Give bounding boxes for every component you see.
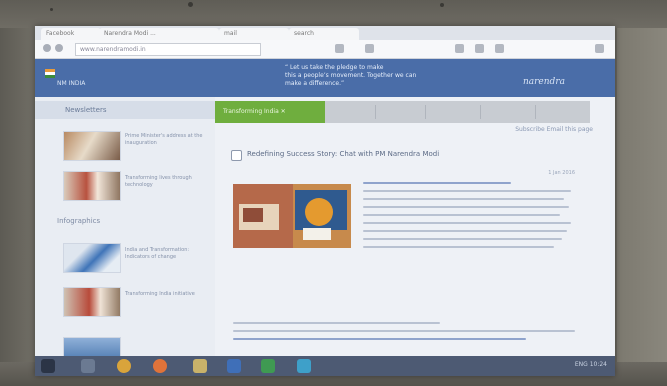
chrome-icon[interactable] bbox=[117, 359, 131, 373]
folder-icon[interactable] bbox=[193, 359, 207, 373]
back-icon[interactable] bbox=[43, 44, 51, 52]
browser-tab[interactable]: search bbox=[289, 28, 359, 40]
flag-icon bbox=[45, 69, 55, 78]
sidebar-thumbnail[interactable] bbox=[63, 287, 121, 317]
wall-mark bbox=[50, 8, 53, 11]
browser-tab[interactable]: mail bbox=[219, 28, 289, 40]
tab-divider bbox=[425, 105, 426, 119]
tab-divider bbox=[535, 105, 536, 119]
tab-divider bbox=[375, 105, 376, 119]
wall-right bbox=[617, 0, 667, 386]
sidebar-section-title: Infographics bbox=[57, 217, 101, 225]
firefox-icon[interactable] bbox=[153, 359, 167, 373]
url-field[interactable]: www.narendramodi.in bbox=[75, 43, 261, 56]
content-tabs: Transforming India ✕ bbox=[215, 101, 590, 123]
toolbar-icon[interactable] bbox=[455, 44, 464, 53]
word-icon[interactable] bbox=[227, 359, 241, 373]
toolbar-icon[interactable] bbox=[475, 44, 484, 53]
header-banner: “ Let us take the pledge to make this a … bbox=[285, 64, 575, 92]
forward-icon[interactable] bbox=[55, 44, 63, 52]
excel-icon[interactable] bbox=[261, 359, 275, 373]
projected-screen: Facebook Narendra Modi ... mail search w… bbox=[35, 26, 615, 376]
toolbar-links[interactable]: Subscribe Email this page bbox=[515, 126, 593, 133]
address-bar: www.narendramodi.in bbox=[35, 40, 615, 59]
tab-divider bbox=[480, 105, 481, 119]
sidebar-item-text[interactable]: Transforming lives through technology bbox=[125, 175, 210, 189]
banner-line: “ Let us take the pledge to make bbox=[285, 64, 384, 71]
site-logo[interactable]: NM INDIA bbox=[43, 64, 86, 92]
sidebar-item-text[interactable]: India and Transformation: Indicators of … bbox=[125, 247, 210, 261]
left-sidebar: Newsletters Prime Minister's address at … bbox=[35, 97, 215, 367]
tab-active[interactable]: Transforming India ✕ bbox=[215, 101, 325, 123]
post-title[interactable]: Redefining Success Story: Chat with PM N… bbox=[247, 150, 439, 158]
wall-top bbox=[0, 0, 667, 28]
wall-mark bbox=[440, 3, 444, 7]
sidebar-thumbnail[interactable] bbox=[63, 171, 121, 201]
toolbar-icon[interactable] bbox=[335, 44, 344, 53]
toolbar-icon[interactable] bbox=[365, 44, 374, 53]
toolbar-icon[interactable] bbox=[495, 44, 504, 53]
photos-icon[interactable] bbox=[297, 359, 311, 373]
browser-tab[interactable]: Narendra Modi ... bbox=[99, 28, 219, 40]
browser-tab[interactable]: Facebook bbox=[41, 28, 101, 40]
sidebar-thumbnail[interactable] bbox=[63, 243, 121, 273]
wall-mark bbox=[188, 2, 193, 7]
main-content: Subscribe Email this page Redefining Suc… bbox=[225, 126, 605, 356]
start-icon[interactable] bbox=[41, 359, 55, 373]
explorer-icon[interactable] bbox=[81, 359, 95, 373]
post-footer-text bbox=[233, 322, 578, 346]
post-checkbox[interactable] bbox=[231, 150, 242, 161]
browser-tab-bar: Facebook Narendra Modi ... mail search bbox=[35, 26, 615, 40]
system-tray[interactable]: ENG 10:24 bbox=[575, 361, 607, 368]
post-date: 1 Jan 2016 bbox=[548, 170, 575, 176]
taskbar: ENG 10:24 bbox=[35, 356, 615, 376]
post-image-graphic bbox=[233, 184, 351, 248]
sidebar-thumbnail[interactable] bbox=[63, 131, 121, 161]
logo-text: NM INDIA bbox=[57, 80, 86, 87]
banner-signature: narendra bbox=[522, 77, 565, 87]
menu-icon[interactable] bbox=[595, 44, 604, 53]
post-image[interactable] bbox=[233, 184, 351, 248]
post-body bbox=[363, 182, 575, 254]
sidebar-item-text[interactable]: Transforming India initiative bbox=[125, 291, 210, 298]
sidebar-title: Newsletters bbox=[35, 101, 215, 119]
site-header: NM INDIA “ Let us take the pledge to mak… bbox=[35, 59, 615, 97]
sidebar-item-text[interactable]: Prime Minister's address at the inaugura… bbox=[125, 133, 210, 147]
